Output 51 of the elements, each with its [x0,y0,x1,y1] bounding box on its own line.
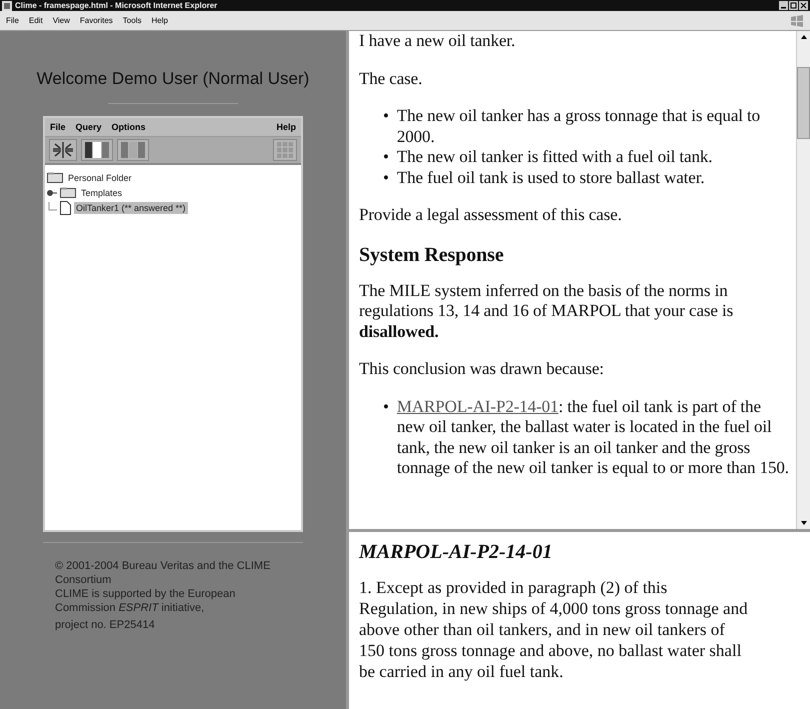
maximize-icon[interactable] [789,1,798,10]
tool-button[interactable] [49,139,77,161]
close-icon[interactable] [799,1,808,10]
rule-text: 1. Except as provided in paragraph (2) of this Regulation, in new ships of 4,000 tons gross tonnage and above other than oil tankers, and in new oil tankers of 150 tons gross tonnage and above, no ballast water shall be carried in any oil fuel tank. [359,577,749,682]
tree-item[interactable]: Personal Folder [66,172,134,184]
paragraph: The MILE system inferred on the basis of the norms in regulations 13, 14 and 16 of MARPOL that your case is disallowed. [359,280,734,342]
menu-item[interactable]: Edit [28,16,43,25]
section-heading: System Response [359,242,505,266]
menu-item[interactable]: Help [276,122,296,132]
folder-icon [47,172,63,183]
paragraph: I have a new oil tanker. [359,31,516,52]
list-item: MARPOL-AI-P2-14-01: the fuel oil tank is part of the new oil tanker, the ballast water is located in the fuel oil tank, the new oil tanker is an oil tanker and the gross tonnage of the new oil tanker is equal to or more than 150. [396,396,790,478]
welcome-heading: Welcome Demo User (Normal User) [36,69,310,89]
menu-item[interactable]: View [52,16,70,25]
copyright-text: © 2001-2004 Bureau Veritas and the CLIME Consortium [55,559,272,587]
expander-icon[interactable] [47,188,57,196]
list-item: The new oil tanker is fitted with a fuel oil tank. [396,147,714,168]
folder-icon [60,187,76,198]
bullet: • [383,147,389,168]
rule-heading: MARPOL-AI-P2-14-01 [359,542,554,563]
copyright-text: project no. EP25414 [55,618,156,632]
tree-item[interactable]: OilTanker1 (** answered **) [74,202,188,214]
document-icon [60,200,71,214]
menu-item[interactable]: Tools [122,16,142,25]
tool-button[interactable] [81,139,113,161]
grid-icon [276,141,294,159]
menu-item[interactable]: Help [151,16,168,25]
window-title: Clime - framespage.html - Microsoft Internet Explorer [15,1,218,10]
bullet: • [383,396,389,418]
minimize-icon[interactable] [779,1,788,10]
split-arrows-icon [52,141,74,159]
list-item: The new oil tanker has a gross tonnage that is equal to 2000. [396,106,762,147]
paragraph: This conclusion was drawn because: [359,359,605,380]
columns-icon [120,141,146,159]
scrollbar[interactable] [796,31,810,529]
menu-item[interactable]: File [50,122,66,132]
paragraph: The case. [359,68,424,89]
paragraph: Provide a legal assessment of this case. [359,205,623,226]
menu-item[interactable]: Favorites [80,16,113,25]
tree-item[interactable]: Templates [79,186,124,198]
bullet: • [383,106,389,127]
windows-logo-icon [790,14,804,26]
list-item: The fuel oil tank is used to store ballast water. [396,168,706,188]
rule-link[interactable]: MARPOL-AI-P2-14-01 [396,396,558,416]
columns-icon [84,141,110,159]
menu-item[interactable]: Options [112,122,146,132]
menu-item[interactable]: File [6,16,19,25]
bullet: • [383,168,389,188]
scroll-thumb[interactable] [797,67,810,139]
menu-item[interactable]: Query [76,122,102,132]
tree-line-icon [47,202,57,214]
